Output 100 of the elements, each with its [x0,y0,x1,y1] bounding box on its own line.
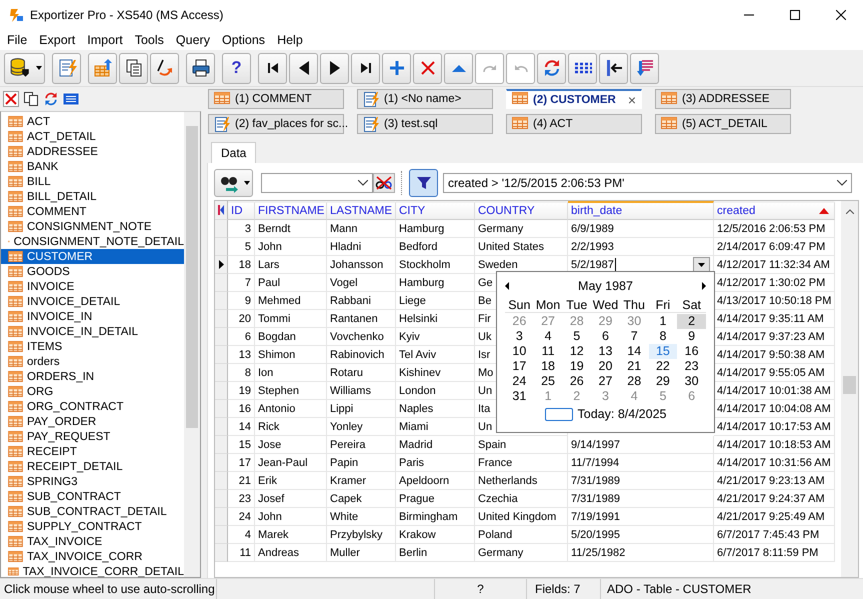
table-list-item[interactable]: BANK [1,159,184,174]
calendar-day[interactable]: 23 [677,359,706,374]
menu-item[interactable]: Import [81,33,129,47]
next-month-icon[interactable] [702,282,706,290]
close-icon[interactable] [836,10,846,20]
table-list-item[interactable]: PAY_REQUEST [1,429,184,444]
row-header-cell[interactable] [215,544,228,562]
filter-combo[interactable]: created > '12/5/2015 2:06:53 PM' [443,173,852,193]
maximize-icon[interactable] [790,10,800,20]
calendar-day[interactable]: 13 [591,344,620,359]
table-list-item[interactable]: ORG_CONTRACT [1,399,184,414]
calendar-day[interactable]: 6 [677,389,706,404]
table-list-item[interactable]: SUB_CONTRACT [1,489,184,504]
calendar-day[interactable]: 1 [648,314,678,329]
document-tab[interactable]: (1) <No name> [357,89,493,109]
document-tab[interactable]: (4) ACT [506,114,642,134]
calendar-day[interactable]: 11 [534,344,562,359]
toolbar-button[interactable] [599,52,628,84]
table-list-item[interactable]: ITEMS [1,339,184,354]
menu-item[interactable]: Options [216,33,272,47]
toolbar-button[interactable] [186,52,215,84]
table-list-item[interactable]: ADDRESSEE [1,144,184,159]
row-header-cell[interactable] [215,490,228,508]
previous-month-icon[interactable] [505,282,509,290]
calendar-day[interactable]: 14 [620,344,649,359]
calendar-day[interactable]: 9 [677,329,706,344]
delete-icon[interactable] [3,91,19,107]
table-list-item[interactable]: RECEIPT [1,444,184,459]
help-button[interactable]: ? [222,52,251,84]
find-split-button[interactable] [214,169,253,197]
document-tab[interactable]: (2) CUSTOMER × [506,89,642,109]
table-list-item[interactable]: orders [1,354,184,369]
table-list-item[interactable]: TAX_INVOICE_CORR [1,549,184,564]
table-list-item[interactable]: CONSIGNMENT_NOTE [1,219,184,234]
row-header-cell[interactable] [215,256,228,274]
column-header[interactable]: CITY [396,201,475,220]
row-header-cell[interactable] [215,382,228,400]
database-split-button[interactable] [4,52,45,84]
toolbar-button[interactable] [150,52,179,84]
column-header[interactable]: created [714,201,835,220]
row-header-cell[interactable] [215,454,228,472]
scroll-thumb[interactable] [186,126,198,428]
calendar-day[interactable]: 29 [648,374,678,389]
refresh-icon[interactable] [43,91,59,107]
scrollbar[interactable] [841,201,858,577]
calendar-day[interactable]: 8 [648,329,678,344]
calendar-day[interactable]: 3 [505,329,534,344]
row-header-cell[interactable] [215,274,228,292]
calendar-day[interactable]: 22 [648,359,678,374]
calendar-day[interactable]: 30 [677,374,706,389]
calendar-day[interactable]: 5 [648,389,678,404]
scrollbar[interactable] [184,112,200,577]
scroll-up-icon[interactable] [846,209,854,214]
row-header-cell[interactable] [215,418,228,436]
calendar-day[interactable]: 10 [505,344,534,359]
toolbar-button[interactable] [289,52,318,84]
filter-toggle-button[interactable] [409,169,438,197]
table-list-item[interactable]: SPRING3 [1,474,184,489]
table-list-item[interactable]: ORG [1,384,184,399]
table-list-item[interactable]: PAY_ORDER [1,414,184,429]
calendar-day[interactable]: 4 [534,329,562,344]
document-tab[interactable]: (3) test.sql [357,114,493,134]
row-header-cell[interactable] [215,220,228,238]
document-tab[interactable]: (5) ACT_DETAIL [655,114,791,134]
calendar-day[interactable]: 20 [591,359,620,374]
clear-search-button[interactable] [373,173,395,193]
calendar-day[interactable]: 4 [620,389,649,404]
menu-item[interactable]: Export [33,33,82,47]
calendar-day[interactable]: 27 [534,314,562,329]
table-list-item[interactable]: CONSIGNMENT_NOTE_DETAIL [1,234,184,249]
table-list-item[interactable]: GOODS [1,264,184,279]
table-list-item[interactable]: INVOICE_DETAIL [1,294,184,309]
document-tab[interactable]: (3) ADDRESSEE [655,89,791,109]
row-header-cell[interactable] [215,238,228,256]
table-list-item[interactable]: SUB_CONTRACT_DETAIL [1,504,184,519]
toolbar-button[interactable] [258,52,287,84]
table-list-item[interactable]: INVOICE_IN [1,309,184,324]
menu-item[interactable]: Help [271,33,309,47]
row-header-cell[interactable] [215,400,228,418]
table-list-item[interactable]: ACT [1,114,184,129]
menu-item[interactable]: Tools [128,33,170,47]
tab-close-button[interactable]: × [628,92,636,108]
dropdown-button[interactable] [693,256,710,272]
month-title[interactable]: May 1987 [578,279,633,293]
table-list-item[interactable]: RECEIPT_DETAIL [1,459,184,474]
toolbar-button[interactable] [119,52,148,84]
row-header-cell[interactable] [215,328,228,346]
row-header-cell[interactable] [215,310,228,328]
toolbar-button[interactable] [320,52,349,84]
table-list-item[interactable]: SUPPLY_CONTRACT [1,519,184,534]
list-icon[interactable] [63,91,79,107]
table-list-item[interactable]: BILL [1,174,184,189]
calendar-day[interactable]: 21 [620,359,649,374]
row-header-cell[interactable] [215,472,228,490]
row-header-cell[interactable] [215,526,228,544]
calendar-day[interactable]: 3 [591,389,620,404]
table-list-item[interactable]: COMMENT [1,204,184,219]
menu-item[interactable]: File [1,33,34,47]
toolbar-button[interactable] [351,52,380,84]
calendar-day[interactable]: 16 [677,344,706,359]
